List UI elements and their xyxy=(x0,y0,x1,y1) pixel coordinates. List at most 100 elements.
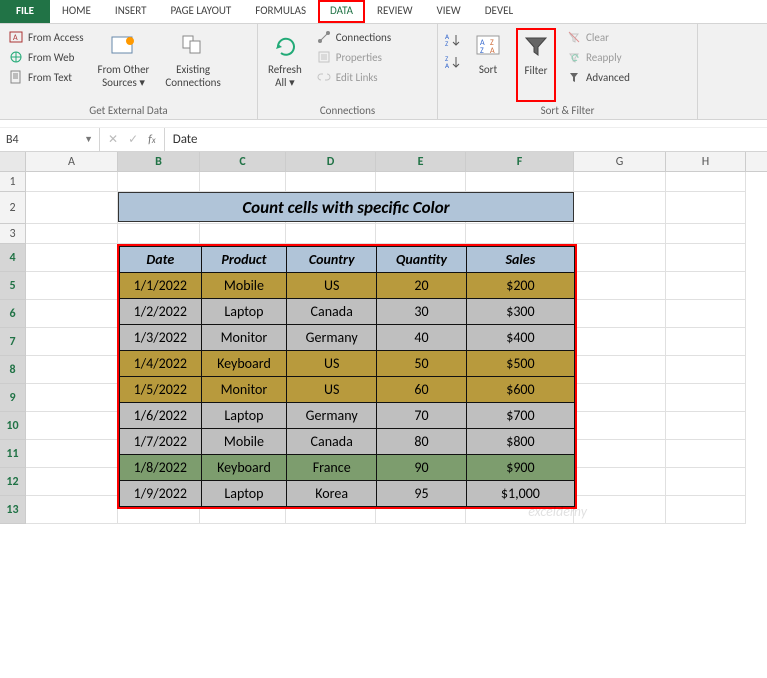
name-box[interactable]: B4▼ xyxy=(0,128,100,151)
row-header-10[interactable]: 10 xyxy=(0,412,26,440)
from-other-sources-button[interactable]: From Other Sources ▾ xyxy=(94,28,154,102)
table-cell[interactable]: Monitor xyxy=(201,377,287,403)
cell[interactable] xyxy=(286,224,376,244)
table-header[interactable]: Country xyxy=(287,247,377,273)
sheet-title-cell[interactable]: Count cells with specific Color xyxy=(118,192,574,222)
edit-links-button[interactable]: Edit Links xyxy=(314,68,393,86)
column-header-A[interactable]: A xyxy=(26,152,118,171)
row-header-8[interactable]: 8 xyxy=(0,356,26,384)
cell[interactable] xyxy=(574,328,666,356)
cell[interactable] xyxy=(376,224,466,244)
cancel-icon[interactable]: ✕ xyxy=(108,132,118,147)
sort-button[interactable]: AZZA Sort xyxy=(468,28,508,102)
table-cell[interactable]: France xyxy=(287,455,377,481)
cell[interactable] xyxy=(466,224,574,244)
cell[interactable] xyxy=(666,172,746,192)
cell[interactable] xyxy=(574,440,666,468)
cell[interactable] xyxy=(376,172,466,192)
cell[interactable] xyxy=(26,412,118,440)
cell[interactable] xyxy=(574,224,666,244)
table-cell[interactable]: 1/8/2022 xyxy=(120,455,202,481)
row-header-4[interactable]: 4 xyxy=(0,244,26,272)
cell[interactable] xyxy=(26,244,118,272)
table-row[interactable]: 1/5/2022MonitorUS60$600 xyxy=(120,377,575,403)
chevron-down-icon[interactable]: ▼ xyxy=(84,134,93,145)
column-header-C[interactable]: C xyxy=(200,152,286,171)
clear-button[interactable]: Clear xyxy=(564,28,632,46)
table-cell[interactable]: $500 xyxy=(466,351,574,377)
cell[interactable] xyxy=(666,192,746,224)
cell[interactable] xyxy=(26,224,118,244)
table-cell[interactable]: 90 xyxy=(377,455,467,481)
table-cell[interactable]: Monitor xyxy=(201,325,287,351)
properties-button[interactable]: Properties xyxy=(314,48,393,66)
cell[interactable] xyxy=(118,172,200,192)
cell[interactable] xyxy=(666,496,746,524)
cell[interactable] xyxy=(666,384,746,412)
table-cell[interactable]: 60 xyxy=(377,377,467,403)
table-row[interactable]: 1/3/2022MonitorGermany40$400 xyxy=(120,325,575,351)
table-row[interactable]: 1/9/2022LaptopKorea95$1,000 xyxy=(120,481,575,507)
table-cell[interactable]: 80 xyxy=(377,429,467,455)
table-cell[interactable]: 1/6/2022 xyxy=(120,403,202,429)
data-table[interactable]: DateProductCountryQuantitySales1/1/2022M… xyxy=(117,244,577,509)
sort-desc-icon[interactable]: ZA xyxy=(444,54,460,70)
table-cell[interactable]: 1/5/2022 xyxy=(120,377,202,403)
cell[interactable] xyxy=(26,468,118,496)
cell[interactable] xyxy=(574,412,666,440)
select-all-corner[interactable] xyxy=(0,152,26,171)
cell[interactable] xyxy=(574,192,666,224)
table-cell[interactable]: 95 xyxy=(377,481,467,507)
table-header[interactable]: Quantity xyxy=(377,247,467,273)
table-row[interactable]: 1/2/2022LaptopCanada30$300 xyxy=(120,299,575,325)
table-cell[interactable]: $1,000 xyxy=(466,481,574,507)
table-cell[interactable]: Canada xyxy=(287,299,377,325)
table-cell[interactable]: 20 xyxy=(377,273,467,299)
table-cell[interactable]: 30 xyxy=(377,299,467,325)
table-cell[interactable]: $400 xyxy=(466,325,574,351)
cell[interactable] xyxy=(466,172,574,192)
cell[interactable] xyxy=(574,384,666,412)
cell[interactable] xyxy=(286,172,376,192)
table-cell[interactable]: Laptop xyxy=(201,403,287,429)
table-cell[interactable]: Germany xyxy=(287,403,377,429)
cell[interactable] xyxy=(26,356,118,384)
cell[interactable] xyxy=(118,224,200,244)
cell[interactable] xyxy=(666,272,746,300)
filter-button[interactable]: Filter xyxy=(516,28,556,102)
tab-formulas[interactable]: FORMULAS xyxy=(243,0,318,23)
table-cell[interactable]: 40 xyxy=(377,325,467,351)
tab-data[interactable]: DATA xyxy=(318,0,365,23)
table-cell[interactable]: 50 xyxy=(377,351,467,377)
cell[interactable] xyxy=(26,300,118,328)
table-cell[interactable]: $700 xyxy=(466,403,574,429)
cell[interactable] xyxy=(26,192,118,224)
cell[interactable] xyxy=(666,468,746,496)
cell[interactable] xyxy=(26,440,118,468)
table-cell[interactable]: $200 xyxy=(466,273,574,299)
cell[interactable] xyxy=(574,300,666,328)
table-cell[interactable]: Laptop xyxy=(201,299,287,325)
from-access-button[interactable]: A From Access xyxy=(6,28,86,46)
cell[interactable] xyxy=(574,468,666,496)
table-cell[interactable]: US xyxy=(287,377,377,403)
existing-connections-button[interactable]: Existing Connections xyxy=(161,28,224,102)
cell[interactable] xyxy=(26,496,118,524)
tab-file[interactable]: FILE xyxy=(0,0,50,23)
table-cell[interactable]: Mobile xyxy=(201,429,287,455)
table-cell[interactable]: $800 xyxy=(466,429,574,455)
table-cell[interactable]: Laptop xyxy=(201,481,287,507)
row-header-2[interactable]: 2 xyxy=(0,192,26,224)
table-cell[interactable]: 1/4/2022 xyxy=(120,351,202,377)
table-header[interactable]: Date xyxy=(120,247,202,273)
table-row[interactable]: 1/7/2022MobileCanada80$800 xyxy=(120,429,575,455)
cell[interactable] xyxy=(574,496,666,524)
table-cell[interactable]: Keyboard xyxy=(201,455,287,481)
table-header[interactable]: Sales xyxy=(466,247,574,273)
row-header-7[interactable]: 7 xyxy=(0,328,26,356)
tab-devel[interactable]: DEVEL xyxy=(473,0,525,23)
table-cell[interactable]: 70 xyxy=(377,403,467,429)
column-header-F[interactable]: F xyxy=(466,152,574,171)
cell[interactable] xyxy=(574,272,666,300)
row-header-12[interactable]: 12 xyxy=(0,468,26,496)
